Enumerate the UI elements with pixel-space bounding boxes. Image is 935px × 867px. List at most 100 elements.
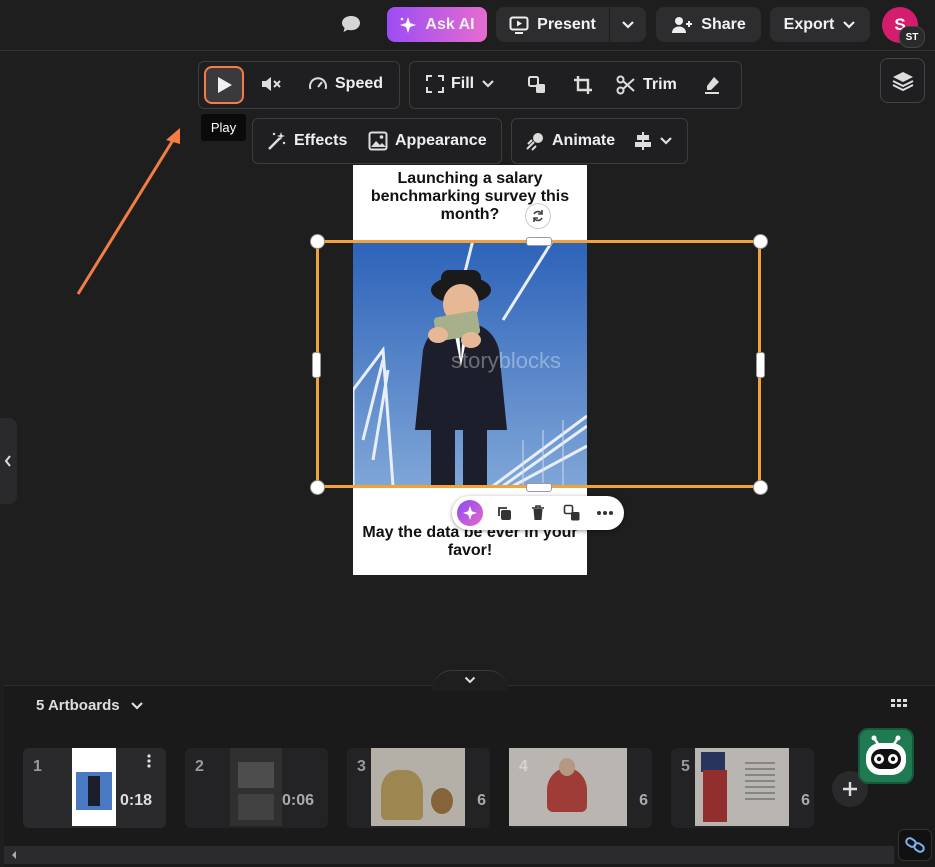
artboards-count-label: 5 Artboards bbox=[36, 697, 120, 714]
present-button[interactable]: Present bbox=[496, 7, 609, 42]
layers-button[interactable] bbox=[880, 58, 925, 103]
speed-button[interactable]: Speed bbox=[308, 75, 383, 93]
rotate-icon bbox=[533, 210, 543, 222]
fill-button[interactable]: Fill bbox=[426, 75, 495, 93]
thumbnail-menu-icon[interactable] bbox=[147, 754, 151, 768]
robot-icon bbox=[866, 735, 906, 775]
duplicate-icon bbox=[498, 507, 511, 520]
appearance-label: Appearance bbox=[395, 132, 487, 149]
animate-icon bbox=[526, 133, 543, 151]
avatar-badge: ST bbox=[899, 26, 925, 48]
delete-button[interactable] bbox=[526, 501, 550, 525]
more-icon bbox=[597, 511, 613, 515]
play-button[interactable] bbox=[204, 66, 244, 104]
play-icon bbox=[218, 77, 232, 93]
ai-sparkle-icon bbox=[463, 506, 477, 520]
top-caption[interactable]: Launching a salary benchmarking survey t… bbox=[353, 170, 587, 224]
present-label: Present bbox=[537, 15, 596, 33]
chevron-left-icon bbox=[12, 851, 16, 859]
swap-button[interactable] bbox=[527, 75, 547, 95]
trim-button[interactable]: Trim bbox=[616, 75, 677, 95]
effects-label: Effects bbox=[294, 132, 348, 149]
thumbnail-number: 3 bbox=[357, 758, 366, 775]
share-label: Share bbox=[701, 15, 746, 33]
link-button[interactable] bbox=[898, 829, 932, 861]
thumbnail-duration: 6 bbox=[477, 792, 486, 809]
chat-icon[interactable] bbox=[340, 14, 362, 34]
artboard-thumbnail-1[interactable]: 1 0:18 bbox=[23, 748, 166, 828]
annotation-arrow bbox=[76, 128, 180, 295]
erase-button[interactable] bbox=[703, 75, 721, 95]
chevron-down-icon bbox=[660, 137, 672, 145]
speed-label: Speed bbox=[335, 75, 384, 92]
artboard-thumbnail-2[interactable]: 2 0:06 bbox=[185, 748, 328, 828]
resize-handle-bottom-right[interactable] bbox=[753, 480, 768, 495]
selection-frame[interactable] bbox=[316, 240, 761, 488]
resize-handle-top-right[interactable] bbox=[753, 234, 768, 249]
scissors-icon bbox=[616, 75, 635, 95]
chevron-down-icon bbox=[130, 701, 143, 710]
artboards-dropdown[interactable]: 5 Artboards bbox=[36, 697, 144, 714]
export-button[interactable]: Export bbox=[770, 7, 870, 42]
play-tooltip: Play bbox=[201, 114, 246, 141]
fill-label: Fill bbox=[451, 75, 475, 92]
chevron-down-icon bbox=[622, 20, 634, 29]
element-action-bar bbox=[452, 496, 624, 530]
crop-icon bbox=[574, 76, 592, 94]
resize-handle-right[interactable] bbox=[756, 352, 765, 378]
ask-ai-button[interactable]: Ask AI bbox=[387, 7, 487, 42]
rotate-button[interactable] bbox=[525, 203, 551, 229]
add-user-icon bbox=[672, 16, 693, 33]
horizontal-scrollbar[interactable] bbox=[4, 846, 894, 864]
artboard-thumbnail-3[interactable]: 3 6 bbox=[347, 748, 490, 828]
thumbnail-preview bbox=[695, 748, 789, 826]
artboard-thumbnail-4[interactable]: 4 6 bbox=[509, 748, 652, 828]
collapse-panel-button[interactable] bbox=[432, 670, 508, 691]
layers-icon bbox=[892, 71, 913, 91]
appearance-image-icon bbox=[368, 131, 388, 151]
thumbnail-duration: 0:06 bbox=[281, 792, 314, 809]
sparkle-icon bbox=[400, 16, 417, 33]
align-icon bbox=[635, 132, 651, 150]
animate-button[interactable]: Animate bbox=[525, 131, 615, 151]
trash-icon bbox=[532, 505, 544, 520]
thumbnail-number: 2 bbox=[195, 758, 204, 775]
mute-button[interactable] bbox=[260, 75, 282, 93]
speed-icon bbox=[309, 77, 327, 90]
plus-icon bbox=[843, 782, 857, 796]
ai-action-button[interactable] bbox=[457, 500, 483, 526]
swap-icon bbox=[528, 76, 545, 93]
grid-icon bbox=[891, 699, 907, 707]
link-icon bbox=[905, 837, 925, 853]
resize-handle-bottom[interactable] bbox=[526, 483, 552, 492]
eraser-icon bbox=[705, 77, 719, 94]
resize-handle-top-left[interactable] bbox=[310, 234, 325, 249]
resize-handle-top[interactable] bbox=[526, 237, 552, 246]
chevron-down-icon bbox=[482, 80, 494, 88]
present-icon bbox=[509, 16, 529, 34]
thumbnail-duration: 6 bbox=[801, 792, 810, 809]
duplicate-button[interactable] bbox=[492, 501, 516, 525]
grid-view-button[interactable] bbox=[891, 699, 907, 718]
thumbnail-preview bbox=[230, 748, 282, 826]
appearance-button[interactable]: Appearance bbox=[368, 131, 487, 151]
animate-label: Animate bbox=[552, 132, 616, 149]
more-options-button[interactable] bbox=[593, 501, 617, 525]
effects-button[interactable]: Effects bbox=[267, 131, 347, 151]
thumbnail-preview bbox=[72, 748, 116, 826]
align-button[interactable] bbox=[634, 131, 673, 151]
effects-wand-icon bbox=[268, 132, 286, 150]
share-button[interactable]: Share bbox=[656, 7, 761, 42]
resize-handle-bottom-left[interactable] bbox=[310, 480, 325, 495]
present-options-button[interactable] bbox=[610, 7, 646, 42]
thumbnail-preview bbox=[509, 748, 627, 826]
resize-handle-left[interactable] bbox=[312, 352, 321, 378]
crop-button[interactable] bbox=[573, 75, 593, 95]
left-panel-toggle[interactable] bbox=[0, 418, 17, 504]
chevron-down-icon bbox=[464, 676, 476, 684]
trim-label: Trim bbox=[643, 76, 677, 93]
replace-button[interactable] bbox=[560, 501, 584, 525]
artboard-thumbnail-5[interactable]: 5 6 bbox=[671, 748, 814, 828]
assistant-bot-button[interactable] bbox=[858, 728, 914, 784]
thumbnail-number: 1 bbox=[33, 758, 42, 775]
